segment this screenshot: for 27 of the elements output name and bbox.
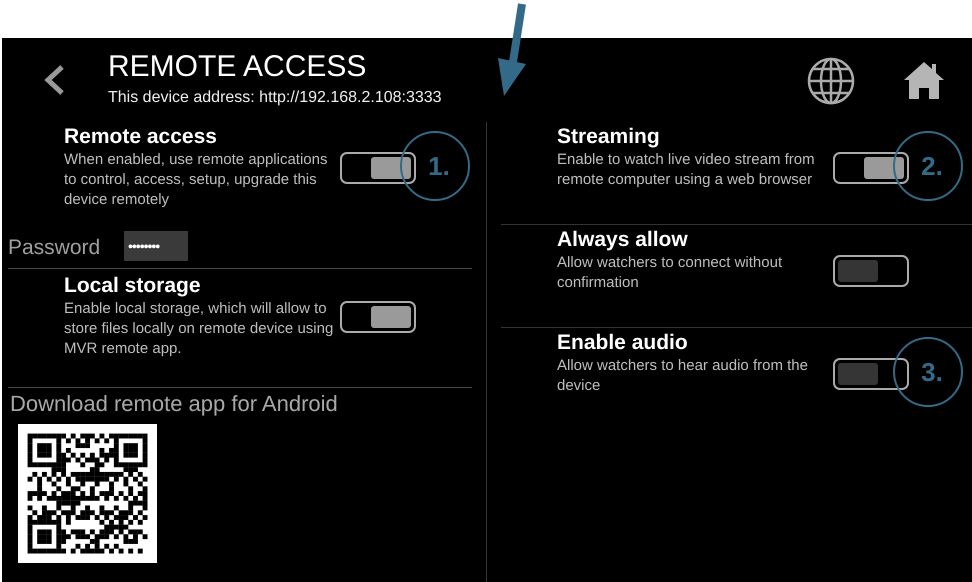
toggle-switch[interactable]	[833, 358, 909, 390]
setting-description: Allow watchers to connect without confirmation	[557, 253, 784, 293]
callout-circle: 2.	[893, 131, 963, 201]
page-title: REMOTE ACCESS	[108, 50, 368, 84]
setting-title: Streaming	[557, 124, 661, 150]
globe-icon[interactable]	[806, 56, 856, 106]
callout-circle: 1.	[400, 131, 470, 201]
password-label: Password	[8, 236, 102, 260]
setting-description: Allow watchers to hear audio from the device	[557, 356, 809, 396]
setting-description: Enable local storage, which will allow to store files locally on remote device using MVR remote app.	[64, 299, 334, 359]
setting-title: Remote access	[64, 124, 218, 150]
setting-description: When enabled, use remote applications to control, access, setup, upgrade this device remotely	[64, 150, 328, 210]
back-icon[interactable]	[42, 64, 66, 96]
download-label: Download remote app for Android	[10, 390, 339, 418]
device-address: This device address: http://192.168.2.108:3333	[108, 88, 443, 108]
callout-circle: 3.	[893, 337, 963, 407]
qr-code[interactable]	[18, 424, 157, 563]
toggle-switch[interactable]	[833, 152, 909, 184]
toggle-switch[interactable]	[340, 152, 416, 184]
setting-description: Enable to watch live video stream from remote computer using a web browser	[557, 150, 816, 190]
toggle-switch[interactable]	[340, 301, 416, 333]
home-icon[interactable]	[902, 60, 946, 100]
password-field[interactable]: ••••••••	[124, 231, 188, 261]
toggle-switch[interactable]	[833, 255, 909, 287]
setting-title: Always allow	[557, 227, 689, 253]
setting-title: Local storage	[64, 273, 202, 299]
setting-title: Enable audio	[557, 330, 689, 356]
